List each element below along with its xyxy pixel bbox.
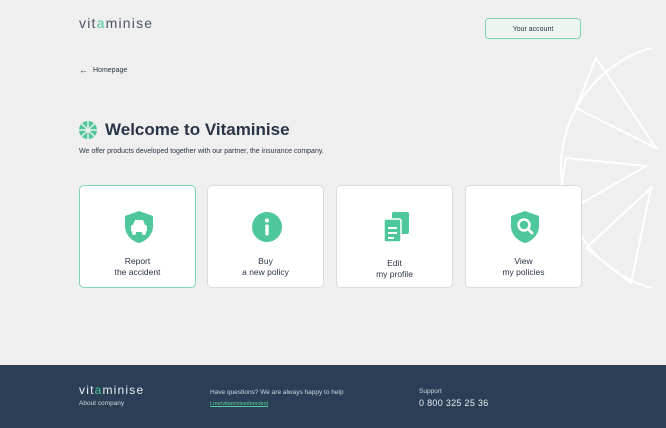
report-accident-card[interactable]: Report the accident	[79, 185, 196, 288]
support-phone[interactable]: 0 800 325 25 36	[419, 398, 489, 408]
car-shield-icon	[125, 211, 153, 243]
help-text: Have questions? We are always happy to h…	[210, 389, 344, 396]
view-policies-card[interactable]: View my policies	[465, 185, 582, 288]
page-subtitle: We offer products developed together wit…	[79, 148, 324, 155]
card-label: Report the accident	[114, 256, 161, 277]
search-shield-icon	[511, 211, 539, 243]
card-label: Buy a new policy	[242, 256, 289, 277]
page-heading: Welcome to Vitaminise	[78, 120, 290, 140]
back-link-label: Homepage	[93, 67, 128, 74]
citrus-logo-icon	[79, 121, 97, 139]
buy-new-policy-card[interactable]: Buy a new policy	[207, 185, 324, 288]
card-label: Edit my profile	[376, 258, 413, 279]
page-title: Welcome to Vitaminise	[105, 120, 290, 139]
about-company-link[interactable]: About company	[79, 400, 124, 407]
info-icon	[252, 212, 282, 242]
card-label: View my policies	[502, 256, 545, 277]
arrow-left-icon: ←	[79, 65, 88, 75]
back-to-homepage-link[interactable]: ← Homepage	[79, 66, 127, 75]
vitaminise-logo[interactable]: vitaminise	[79, 15, 153, 31]
your-account-button[interactable]: Your account	[485, 18, 581, 39]
edit-profile-card[interactable]: Edit my profile	[336, 185, 453, 288]
support-label: Support	[419, 388, 442, 395]
telegram-bot-link[interactable]: t.me/vitaminisedemobot	[210, 401, 268, 407]
documents-icon	[383, 212, 409, 243]
footer-logo[interactable]: vitaminise	[79, 383, 144, 397]
footer: vitaminise About company Have questions?…	[0, 365, 666, 428]
